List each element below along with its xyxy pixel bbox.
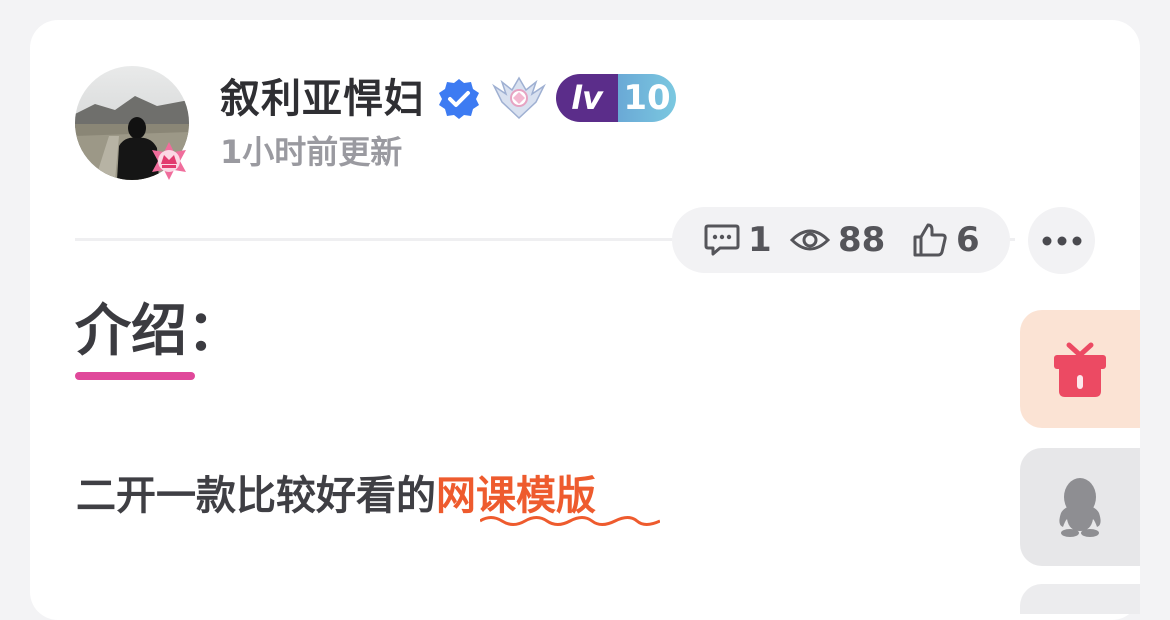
- comment-icon: [704, 224, 740, 256]
- side-button[interactable]: [1020, 584, 1140, 614]
- comment-stat[interactable]: 1: [704, 207, 772, 273]
- eye-icon: [790, 229, 830, 251]
- views-count: 88: [838, 220, 886, 260]
- thumbs-up-icon: [913, 223, 947, 257]
- level-badge: lv 10: [556, 74, 676, 122]
- intro-text: 二开一款比较好看的网课模版: [76, 472, 596, 520]
- updated-time: 1小时前更新: [220, 133, 403, 171]
- title-underline: [75, 372, 195, 380]
- qq-share-button[interactable]: [1020, 448, 1140, 566]
- author-name[interactable]: 叙利亚悍妇: [220, 76, 425, 122]
- gift-button[interactable]: [1020, 310, 1140, 428]
- views-stat: 88: [790, 207, 885, 273]
- gift-icon: [1054, 342, 1106, 397]
- avatar-rank-badge-icon: [148, 140, 190, 182]
- stats-bar: 1 88 6: [672, 207, 1010, 273]
- likes-stat[interactable]: 6: [912, 207, 980, 273]
- link-wave-underline: [480, 516, 660, 526]
- verified-check-icon: [438, 78, 480, 120]
- intro-link[interactable]: 网课模版: [436, 473, 596, 519]
- crystal-crest-icon: [492, 76, 546, 120]
- section-title: 介绍：: [75, 299, 243, 364]
- qq-penguin-icon: [1059, 478, 1101, 537]
- more-button[interactable]: [1028, 207, 1095, 274]
- level-number: 10: [618, 74, 676, 122]
- more-dots-icon: [1042, 236, 1081, 245]
- level-prefix: lv: [556, 74, 618, 122]
- likes-count: 6: [956, 220, 980, 260]
- comment-count: 1: [748, 220, 772, 260]
- intro-plain: 二开一款比较好看的: [76, 473, 436, 519]
